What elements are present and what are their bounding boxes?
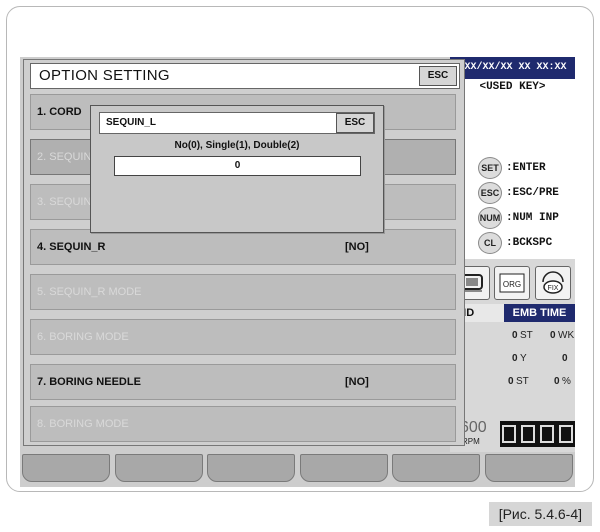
emb-time-label: EMB TIME: [504, 304, 575, 322]
option-item-boring-needle[interactable]: 7. BORING NEEDLE [NO]: [30, 364, 456, 400]
softkey-2[interactable]: [114, 454, 203, 482]
option-item-label: 6. BORING MODE: [37, 331, 129, 343]
key-row-cl: CL :BCKSPC: [478, 232, 552, 254]
option-item-label: 5. SEQUIN_R MODE: [37, 286, 142, 298]
option-item-label: 7. BORING NEEDLE: [37, 376, 141, 388]
sub-title: SEQUIN_L: [106, 117, 157, 128]
wk-value: 0: [550, 330, 556, 341]
pct-value: 0: [554, 376, 560, 387]
esc-key-icon: ESC: [478, 182, 502, 204]
machine-screen: XXX/XX/XX XX XX:XX <USED KEY> SET :ENTER…: [20, 57, 575, 487]
softkey-6[interactable]: [484, 454, 573, 482]
y-value: 0: [562, 353, 568, 364]
softkey-4[interactable]: [299, 454, 388, 482]
key-row-num: NUM :NUM INP: [478, 207, 559, 229]
option-item-sequin-r-mode[interactable]: 5. SEQUIN_R MODE: [30, 274, 456, 310]
key-row-esc: ESC :ESC/PRE: [478, 182, 559, 204]
option-item-boring-mode[interactable]: 6. BORING MODE: [30, 319, 456, 355]
sequin-l-dialog: SEQUIN_L ESC No(0), Single(1), Double(2)…: [90, 105, 384, 233]
digit: [558, 425, 573, 443]
sub-esc-button[interactable]: ESC: [336, 113, 374, 133]
option-item-sequin-r[interactable]: 4. SEQUIN_R [NO]: [30, 229, 456, 265]
option-item-label: 8. BORING MODE: [37, 418, 129, 430]
st2-unit: ST: [516, 376, 529, 387]
cl-key-action: :BCKSPC: [506, 237, 553, 249]
softkey-1[interactable]: [22, 454, 110, 482]
set-key-icon: SET: [478, 157, 502, 179]
fix-icon[interactable]: FIX: [535, 266, 571, 300]
origin-icon[interactable]: ORG: [494, 266, 530, 300]
status-panel: XXX/XX/XX XX XX:XX <USED KEY> SET :ENTER…: [450, 57, 575, 452]
option-esc-button[interactable]: ESC: [419, 66, 457, 86]
fix-label: FIX: [548, 285, 559, 292]
option-title: OPTION SETTING: [39, 67, 170, 84]
option-item-value: [NO]: [345, 241, 369, 253]
xy-row: X 0 Y 0: [450, 348, 575, 370]
digit: [539, 425, 554, 443]
mid-emb-bar: MID EMB TIME: [450, 304, 575, 322]
key-row-set: SET :ENTER: [478, 157, 546, 179]
value-hint: No(0), Single(1), Double(2): [174, 140, 300, 151]
org-label: ORG: [503, 280, 521, 289]
option-title-bar: OPTION SETTING ESC: [30, 63, 460, 89]
option-item-label: 4. SEQUIN_R: [37, 241, 106, 253]
rpm-display: 600 RPM: [450, 417, 575, 452]
digit: [502, 425, 517, 443]
num-key-icon: NUM: [478, 207, 502, 229]
option-item-label: 1. CORD: [37, 106, 82, 118]
stitch-work-row: 0 ST 0 WK: [450, 325, 575, 347]
option-setting-dialog: OPTION SETTING ESC 1. CORD 2. SEQUIN_L 3…: [23, 59, 465, 446]
datetime-display: XXX/XX/XX XX XX:XX: [450, 57, 575, 79]
st2-value: 0: [508, 376, 514, 387]
segment-display: [500, 421, 575, 447]
option-item-boring-mode-2[interactable]: 8. BORING MODE: [30, 406, 456, 442]
num-key-action: :NUM INP: [506, 212, 559, 224]
wk-unit: WK: [558, 330, 575, 341]
st-value: 0: [512, 330, 518, 341]
softkey-3[interactable]: [207, 454, 296, 482]
sequin-value-input[interactable]: 0: [114, 156, 361, 176]
softkey-bar: [20, 454, 575, 484]
mode-icons: ORG FIX: [450, 262, 575, 304]
y-unit: Y: [520, 353, 527, 364]
figure-caption: [Рис. 5.4.6-4]: [488, 502, 592, 526]
option-item-value: [NO]: [345, 376, 369, 388]
cl-key-icon: CL: [478, 232, 502, 254]
progress-row: 0 ST 0 %: [450, 371, 575, 393]
used-key-panel: <USED KEY> SET :ENTER ESC :ESC/PRE NUM :…: [450, 79, 575, 259]
used-key-title: <USED KEY>: [479, 81, 546, 93]
esc-key-action: :ESC/PRE: [506, 187, 559, 199]
st-unit: ST: [520, 330, 533, 341]
x-value: 0: [512, 353, 518, 364]
sub-title-bar: SEQUIN_L ESC: [99, 112, 375, 134]
digit: [521, 425, 536, 443]
pct-unit: %: [562, 376, 571, 387]
set-key-action: :ENTER: [506, 162, 546, 174]
softkey-5[interactable]: [392, 454, 481, 482]
